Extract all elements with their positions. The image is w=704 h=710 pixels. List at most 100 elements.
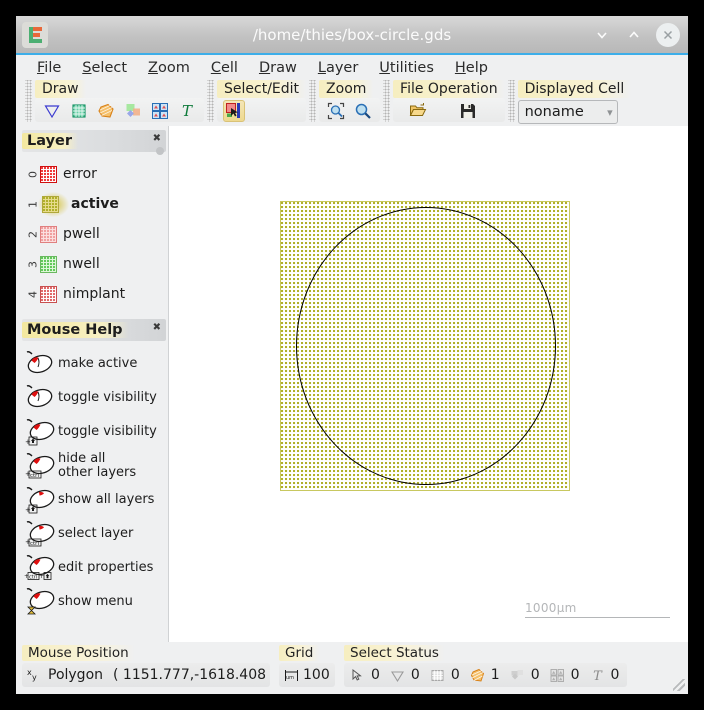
array-icon [549,667,566,684]
mouse-ctrl-shift-left-click-icon: + ctrl + [24,553,58,583]
path-tool-icon[interactable] [122,100,144,122]
mouse-help-item: make active [22,347,168,381]
app-logo-icon [22,21,48,48]
menu-file[interactable]: File [37,58,72,78]
layer-color-swatch[interactable] [40,165,57,183]
menu-cell[interactable]: Cell [211,58,249,78]
layer-name: pwell [63,226,100,242]
layer-name: nimplant [63,286,126,302]
box-tool-icon[interactable] [68,100,90,122]
path-icon [509,667,526,684]
grid-title: Grid [279,645,320,661]
window-title: /home/thies/box-circle.gds [252,25,452,44]
dock-resize-handle[interactable] [156,147,164,155]
mouse-help-label: make active [58,356,138,371]
application-window: /home/thies/box-circle.gds File Select Z… [16,16,688,694]
layer-row-error[interactable]: 0 error [22,159,168,189]
layer-panel-title: Layer [22,133,79,149]
displayed-cell-combobox[interactable]: noname ▾ [517,100,618,124]
toolbar-group-file-operation: File Operation [393,80,505,122]
toolbar-group-zoom: Zoom [319,80,381,122]
layer-color-swatch[interactable] [40,285,57,303]
layer-name: error [63,166,97,182]
mouse-ctrl-middle-click-icon: + ctrl [24,519,58,549]
chevron-down-icon: ▾ [607,105,613,119]
layout-canvas[interactable]: 1000µm [168,126,688,642]
menu-select[interactable]: Select [82,58,138,78]
drawing-area [280,201,570,491]
layer-row-nwell[interactable]: 3 nwell [22,249,168,279]
toolbar-grip[interactable] [207,80,214,122]
menu-layer[interactable]: Layer [318,58,369,78]
svg-text:+: + [39,573,44,580]
window-controls [592,22,680,47]
svg-text:T: T [593,669,603,684]
menu-draw[interactable]: Draw [259,58,308,78]
layer-color-swatch[interactable] [42,195,59,213]
layer-row-nimplant[interactable]: 4 nimplant [22,279,168,309]
layer-color-swatch[interactable] [40,255,57,273]
wedge-count: 0 [410,667,420,683]
circle-shape[interactable] [296,207,556,485]
layer-row-active[interactable]: 1 active [22,189,168,219]
toolbar-group-displayed-cell: Displayed Cell noname ▾ [517,80,632,124]
close-icon[interactable]: ✖ [153,323,161,333]
minimize-button[interactable] [592,25,612,45]
mouse-position-panel: Mouse Position x y Polygon ( 1151.777,-1… [22,645,270,687]
mouse-position-object: Polygon [48,667,104,683]
text-icon: T [589,667,606,684]
menu-help[interactable]: Help [455,58,499,78]
resize-grip-icon[interactable] [673,679,685,691]
save-disk-icon[interactable] [457,100,479,122]
menu-zoom[interactable]: Zoom [148,58,201,78]
mouse-position-coords: ( 1151.777,-1618.408 [113,667,267,683]
wedge-icon [389,667,406,684]
menu-utilities[interactable]: Utilities [379,58,445,78]
grid-panel: Grid um 100 [279,645,335,687]
mouse-help-label: toggle visibility [58,390,157,405]
zoom-glass-icon[interactable] [352,100,374,122]
mouse-help-label: show all layers [58,492,155,507]
mouse-help-item: toggle visibility [22,381,168,415]
polygon-tool-icon[interactable] [95,100,117,122]
wedge-tool-icon[interactable] [41,100,63,122]
svg-text:ctrl: ctrl [30,541,39,547]
layer-number: 3 [26,260,40,268]
layer-name: nwell [63,256,100,272]
maximize-button[interactable] [624,25,644,45]
toolbar-group-zoom-title: Zoom [319,80,374,98]
select-edit-icon[interactable] [223,100,245,122]
mouse-help-label: hide all other layers [58,451,137,480]
close-icon [663,30,673,39]
layer-number: 2 [26,230,40,238]
svg-text:um: um [286,675,294,681]
array-tool-icon[interactable] [149,100,171,122]
layer-name: active [71,196,119,212]
zoom-fit-icon[interactable] [325,100,347,122]
tool-bar: Draw T Select/Edit Zoom File Operation D… [16,80,688,126]
sidebar: Layer ✖ 0 error 1 active 2 pwell 3 nwell… [16,126,168,642]
toolbar-grip[interactable] [507,80,515,122]
select-status-field: 0 0 0 1 0 0 T 0 [344,663,628,687]
toolbar-grip[interactable] [25,80,32,122]
toolbar-grip[interactable] [309,80,317,122]
mouse-hold-click-icon [24,587,58,617]
mouse-help-label: edit properties [58,560,154,575]
text-count: 0 [610,667,620,683]
layer-color-swatch[interactable] [40,225,57,243]
mouse-help-panel-title: Mouse Help [22,322,129,338]
close-icon[interactable]: ✖ [153,134,161,144]
mouse-help-item: + show all layers [22,483,168,517]
layer-number: 4 [26,290,40,298]
mouse-position-title: Mouse Position [22,645,135,661]
mouse-help-panel-header: Mouse Help ✖ [22,319,166,341]
svg-text:ctrl: ctrl [30,473,39,479]
polygon-icon [469,667,486,684]
layer-row-pwell[interactable]: 2 pwell [22,219,168,249]
close-button[interactable] [656,22,680,47]
text-tool-icon[interactable]: T [176,100,198,122]
toolbar-grip[interactable] [383,80,391,122]
svg-text:ctrl: ctrl [29,574,37,580]
mouse-position-field: x y Polygon ( 1151.777,-1618.408 [22,663,270,687]
open-folder-icon[interactable] [407,100,429,122]
